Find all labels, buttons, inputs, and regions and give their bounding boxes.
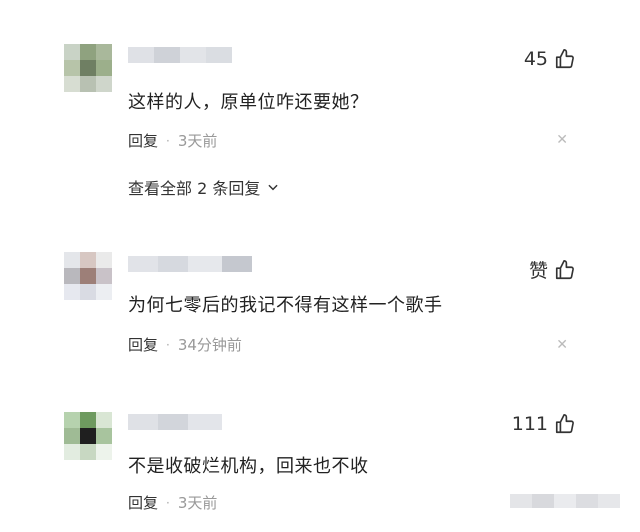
comment-meta: 回复 · 34分钟前 <box>128 334 242 355</box>
timestamp: 34分钟前 <box>177 336 242 354</box>
avatar-pixel <box>80 60 96 76</box>
avatar-pixel <box>80 444 96 460</box>
like-button[interactable]: 赞 <box>529 256 576 283</box>
avatar-pixel <box>80 284 96 300</box>
avatar-pixel <box>96 44 112 60</box>
reply-button[interactable]: 回复 <box>128 130 158 151</box>
avatar-pixel <box>64 444 80 460</box>
avatar-pixel <box>64 428 80 444</box>
like-button[interactable]: 111 <box>512 413 576 435</box>
avatar[interactable] <box>64 44 112 92</box>
avatar-pixel <box>80 412 96 428</box>
avatar-pixel <box>96 252 112 268</box>
username-blurred[interactable] <box>128 47 232 63</box>
close-icon[interactable]: ✕ <box>556 132 568 148</box>
timestamp: 3天前 <box>177 494 218 512</box>
avatar-pixel <box>96 284 112 300</box>
watermark-blurred <box>510 494 620 508</box>
avatar-pixel <box>96 428 112 444</box>
close-icon[interactable]: ✕ <box>556 337 568 353</box>
avatar-pixel <box>64 268 80 284</box>
comment-meta: 回复 · 3天前 <box>128 492 217 513</box>
avatar[interactable] <box>64 252 112 300</box>
reply-button[interactable]: 回复 <box>128 334 158 355</box>
avatar[interactable] <box>64 412 112 460</box>
comment-text: 为何七零后的我记不得有这样一个歌手 <box>128 295 443 316</box>
avatar-pixel <box>64 284 80 300</box>
like-count: 45 <box>523 48 548 70</box>
avatar-pixel <box>96 444 112 460</box>
avatar-pixel <box>64 60 80 76</box>
avatar-pixel <box>80 428 96 444</box>
avatar-pixel <box>96 76 112 92</box>
reply-button[interactable]: 回复 <box>128 492 158 513</box>
avatar-pixel <box>80 252 96 268</box>
avatar-pixel <box>80 44 96 60</box>
thumbs-up-icon <box>555 49 574 69</box>
avatar-pixel <box>64 412 80 428</box>
avatar-pixel <box>64 76 80 92</box>
avatar-pixel <box>80 76 96 92</box>
separator-dot: · <box>166 133 170 148</box>
chevron-down-icon <box>268 184 278 191</box>
separator-dot: · <box>166 495 170 510</box>
avatar-pixel <box>64 44 80 60</box>
avatar-pixel <box>96 268 112 284</box>
thumbs-up-icon <box>555 259 574 279</box>
username-blurred[interactable] <box>128 256 252 272</box>
like-count: 111 <box>511 413 548 435</box>
comment-text: 这样的人，原单位咋还要她？ <box>128 92 369 113</box>
comment-text: 不是收破烂机构，回来也不收 <box>128 456 369 477</box>
avatar-pixel <box>96 60 112 76</box>
separator-dot: · <box>166 337 170 352</box>
expand-replies-button[interactable]: 查看全部 2 条回复 <box>128 175 280 199</box>
avatar-pixel <box>64 252 80 268</box>
like-label: 赞 <box>528 260 548 282</box>
expand-replies-label: 查看全部 2 条回复 <box>128 179 261 198</box>
comment-meta: 回复 · 3天前 <box>128 130 217 151</box>
timestamp: 3天前 <box>177 132 218 150</box>
avatar-pixel <box>80 268 96 284</box>
username-blurred[interactable] <box>128 414 222 430</box>
avatar-pixel <box>96 412 112 428</box>
like-button[interactable]: 45 <box>524 48 576 70</box>
thumbs-up-icon <box>555 414 574 434</box>
